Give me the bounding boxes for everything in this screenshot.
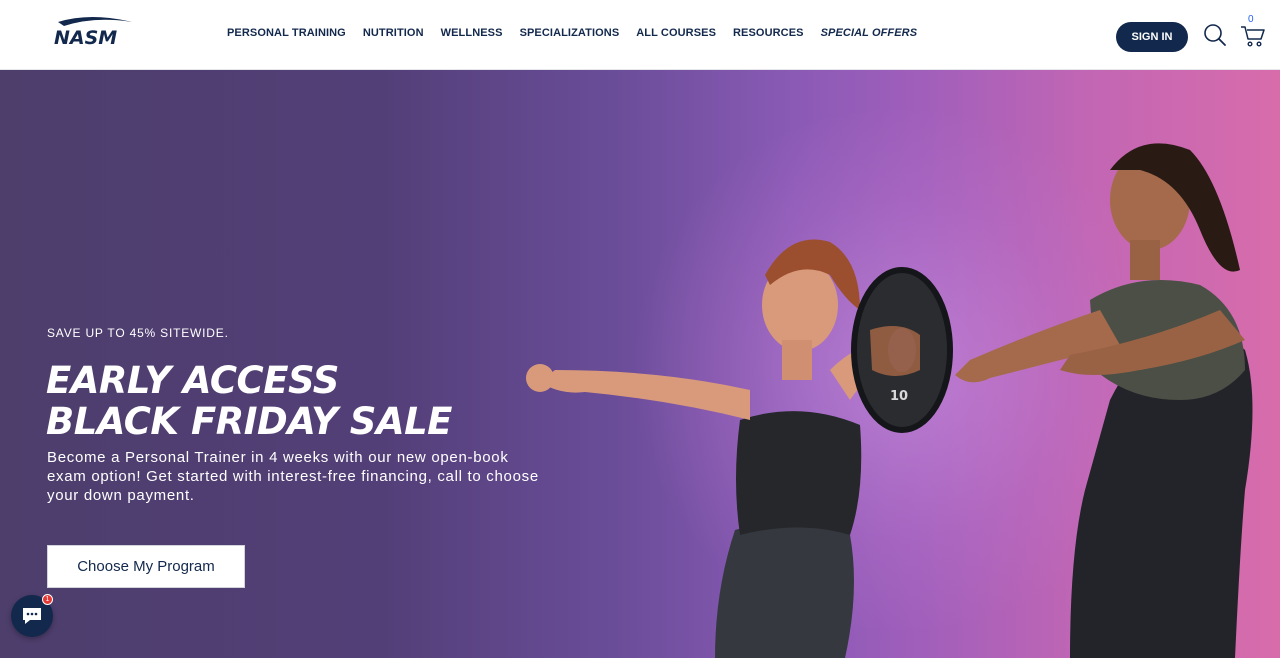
athlete-right bbox=[955, 143, 1253, 658]
hero-eyebrow: SAVE UP TO 45% SITEWIDE. bbox=[47, 326, 229, 340]
logo-text: NASM bbox=[54, 27, 117, 48]
hero-headline-line2: BLACK FRIDAY SALE bbox=[46, 400, 452, 443]
main-nav: PERSONAL TRAINING NUTRITION WELLNESS SPE… bbox=[227, 27, 934, 39]
nav-special-offers[interactable]: SPECIAL OFFERS bbox=[821, 27, 918, 39]
nav-nutrition[interactable]: NUTRITION bbox=[363, 27, 424, 39]
choose-program-button[interactable]: Choose My Program bbox=[47, 545, 245, 588]
nav-wellness[interactable]: WELLNESS bbox=[441, 27, 503, 39]
sign-in-button[interactable]: SIGN IN bbox=[1116, 22, 1188, 52]
nasm-logo[interactable]: NASM bbox=[50, 14, 136, 48]
athlete-left bbox=[526, 239, 900, 658]
chat-icon bbox=[23, 608, 41, 624]
hero-headline: EARLY ACCESS BLACK FRIDAY SALE bbox=[46, 360, 452, 442]
nav-resources[interactable]: RESOURCES bbox=[733, 27, 804, 39]
site-header: NASM PERSONAL TRAINING NUTRITION WELLNES… bbox=[0, 0, 1280, 70]
search-icon[interactable] bbox=[1203, 23, 1227, 47]
hero-athletes-image: 10 bbox=[526, 143, 1253, 658]
nav-all-courses[interactable]: ALL COURSES bbox=[636, 27, 716, 39]
cart-icon[interactable] bbox=[1240, 24, 1266, 48]
hero-subcopy: Become a Personal Trainer in 4 weeks wit… bbox=[47, 449, 539, 504]
hero-banner: 10 SAVE UP TO 45% SITEWIDE. EARLY ACCESS… bbox=[0, 70, 1280, 658]
nav-personal-training[interactable]: PERSONAL TRAINING bbox=[227, 27, 346, 39]
nav-specializations[interactable]: SPECIALIZATIONS bbox=[520, 27, 620, 39]
hero-headline-line1: EARLY ACCESS bbox=[46, 359, 339, 402]
chat-notification-badge: 1 bbox=[42, 594, 53, 605]
plate-label: 10 bbox=[890, 389, 908, 404]
weight-plate: 10 bbox=[851, 267, 953, 433]
